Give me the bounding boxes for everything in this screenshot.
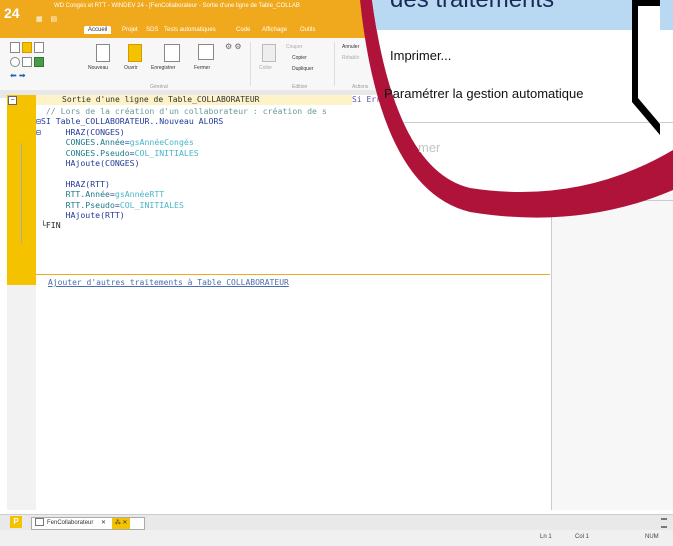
- open-icon[interactable]: [128, 44, 142, 62]
- ribbon-separator: [250, 42, 251, 86]
- tab-code[interactable]: Code: [236, 27, 250, 33]
- project-tab[interactable]: P: [10, 516, 22, 528]
- document-tab-label: FenCollaborateur: [47, 520, 94, 526]
- redo-button[interactable]: Rétablir: [342, 55, 359, 61]
- menu-item-print[interactable]: Imprimer...: [390, 48, 451, 63]
- add-event-link[interactable]: Ajouter d'autres traitements à Table_COL…: [48, 278, 289, 287]
- tab-sds[interactable]: SDS: [146, 27, 158, 33]
- cut-button[interactable]: Couper: [286, 44, 302, 50]
- status-num: NUM: [645, 534, 659, 540]
- close-window-icon[interactable]: [198, 44, 214, 60]
- cancel-button[interactable]: Annuler: [342, 44, 359, 50]
- window-title: WD Congés et RTT - WINDEV 24 - [FenColla…: [54, 3, 300, 9]
- zoom-lens: [360, 0, 673, 218]
- gear-icon[interactable]: [10, 57, 20, 67]
- zoom-overlay: des traitements Imprimer... Paramétrer l…: [360, 0, 673, 220]
- tab-projet[interactable]: Projet: [122, 27, 138, 33]
- code-tab-icon[interactable]: ⁂ ✕: [111, 518, 131, 529]
- status-line: Ln 1: [540, 534, 552, 540]
- save-small-icon[interactable]: [34, 42, 44, 53]
- open-button-label[interactable]: Ouvrir: [124, 65, 138, 71]
- save-button-label[interactable]: Enregistrer: [151, 65, 175, 71]
- save-icon[interactable]: [164, 44, 180, 62]
- block-guide-line: [21, 143, 22, 243]
- duplicate-button[interactable]: Dupliquer: [292, 66, 313, 72]
- windev-logo: 24: [4, 5, 20, 21]
- tab-outils[interactable]: Outils: [300, 27, 315, 33]
- menu-item-param[interactable]: Paramétrer la gestion automatique: [384, 86, 646, 101]
- event-header: Sortie d'une ligne de Table_COLLABORATEU…: [36, 95, 352, 105]
- zoom-heading: des traitements: [390, 0, 554, 14]
- back-arrow-icon[interactable]: ⬅ ➡: [10, 71, 26, 80]
- quick-access-toolbar[interactable]: ▦ ▤: [36, 15, 60, 23]
- paste-icon[interactable]: [262, 44, 276, 62]
- collapse-icon[interactable]: −: [8, 96, 17, 105]
- window-tab-icon: [35, 518, 44, 527]
- event-separator: [36, 274, 550, 275]
- code-comment: // Lors de la création d'un collaborateu…: [45, 106, 327, 116]
- menu-item-disabled: mer: [418, 140, 441, 155]
- copy-button[interactable]: Copier: [292, 55, 307, 61]
- tab-accueil[interactable]: Accueil: [84, 26, 112, 34]
- event-title: Sortie d'une ligne de Table_COLLABORATEU…: [62, 95, 260, 104]
- excel-icon[interactable]: [34, 57, 44, 67]
- window-icon[interactable]: [22, 57, 32, 67]
- open-small-icon[interactable]: [22, 42, 32, 53]
- tab-affichage[interactable]: Affichage: [262, 27, 287, 33]
- new-button-label[interactable]: Nouveau: [88, 65, 108, 71]
- ribbon-separator: [334, 42, 335, 86]
- close-button-label[interactable]: Fermer: [194, 65, 210, 71]
- close-tab-icon[interactable]: ✕: [101, 520, 106, 526]
- document-tab[interactable]: FenCollaborateur ✕ ⁂ ✕: [31, 517, 145, 530]
- tab-tests[interactable]: Tests automatiques: [164, 27, 216, 33]
- ribbon-options-icon[interactable]: ⚙ ⚙: [225, 42, 242, 51]
- new-icon[interactable]: [96, 44, 110, 62]
- status-bar: Ln 1 Col 1 NUM: [0, 530, 673, 546]
- code-gutter-empty: [7, 285, 36, 510]
- code-line-si: SI Table_COLLABORATEUR..Nouveau ALORS: [40, 116, 224, 127]
- paste-button-label[interactable]: Coller: [259, 65, 272, 71]
- new-small-icon[interactable]: [10, 42, 20, 53]
- status-col: Col 1: [575, 534, 590, 540]
- code-text[interactable]: // Lors de la création d'un collaborateu…: [36, 106, 327, 231]
- tabs-menu-icon[interactable]: [661, 518, 667, 528]
